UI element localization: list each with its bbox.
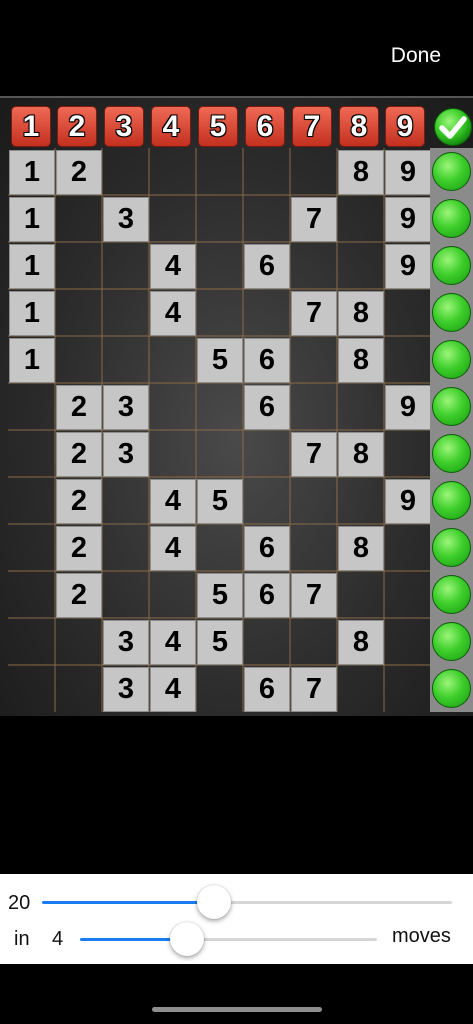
column-header-9[interactable]: 9 xyxy=(385,106,425,147)
number-cell[interactable]: 2 xyxy=(56,526,102,571)
done-button[interactable]: Done xyxy=(391,44,441,68)
column-header-8[interactable]: 8 xyxy=(339,106,379,147)
number-cell[interactable]: 6 xyxy=(244,244,290,289)
number-cell[interactable]: 4 xyxy=(150,479,196,524)
number-cell[interactable]: 5 xyxy=(197,573,243,618)
number-cell[interactable]: 4 xyxy=(150,667,196,712)
number-cell[interactable]: 2 xyxy=(56,150,102,195)
column-header-2[interactable]: 2 xyxy=(57,106,97,147)
row-status-dot xyxy=(432,669,471,708)
row-status-dot xyxy=(432,340,471,379)
row-status-dot xyxy=(432,152,471,191)
number-cell[interactable]: 1 xyxy=(9,338,55,383)
settings-panel: 20 in 4 moves xyxy=(0,874,473,964)
number-cell[interactable]: 3 xyxy=(103,667,149,712)
row-status-dot xyxy=(432,575,471,614)
number-cell[interactable]: 9 xyxy=(385,479,431,524)
moves-slider-thumb[interactable] xyxy=(169,922,204,956)
number-cell[interactable]: 3 xyxy=(103,385,149,430)
column-header-6[interactable]: 6 xyxy=(245,106,285,147)
row-status-dot xyxy=(432,622,471,661)
count-slider[interactable] xyxy=(42,885,452,919)
number-cell[interactable]: 2 xyxy=(56,432,102,477)
number-cell[interactable]: 6 xyxy=(244,667,290,712)
number-cell[interactable]: 8 xyxy=(338,291,384,336)
count-slider-thumb[interactable] xyxy=(197,885,232,919)
number-cell[interactable]: 4 xyxy=(150,291,196,336)
in-label: in xyxy=(14,928,30,950)
column-header-1[interactable]: 1 xyxy=(11,106,51,147)
column-header-4[interactable]: 4 xyxy=(151,106,191,147)
row-status-dot xyxy=(432,434,471,473)
moves-label: moves xyxy=(392,925,451,947)
moves-slider[interactable] xyxy=(80,922,377,956)
moves-value: 4 xyxy=(52,928,64,950)
number-cell[interactable]: 8 xyxy=(338,526,384,571)
number-cell[interactable]: 7 xyxy=(291,197,337,242)
number-cell[interactable]: 7 xyxy=(291,573,337,618)
row-status-dot xyxy=(432,387,471,426)
number-cell[interactable]: 9 xyxy=(385,385,431,430)
column-header-7[interactable]: 7 xyxy=(292,106,332,147)
number-cell[interactable]: 5 xyxy=(197,338,243,383)
number-cell[interactable]: 7 xyxy=(291,432,337,477)
number-cell[interactable]: 8 xyxy=(338,432,384,477)
number-cell[interactable]: 4 xyxy=(150,620,196,665)
number-cell[interactable]: 1 xyxy=(9,197,55,242)
number-cell[interactable]: 5 xyxy=(197,479,243,524)
number-cell[interactable]: 3 xyxy=(103,620,149,665)
row-status-dot xyxy=(432,528,471,567)
checkmark-icon[interactable] xyxy=(433,106,473,148)
number-cell[interactable]: 9 xyxy=(385,197,431,242)
number-cell[interactable]: 1 xyxy=(9,291,55,336)
number-cell[interactable]: 7 xyxy=(291,291,337,336)
number-cell[interactable]: 5 xyxy=(197,620,243,665)
number-cell[interactable]: 8 xyxy=(338,338,384,383)
number-cell[interactable]: 2 xyxy=(56,385,102,430)
count-slider-fill xyxy=(42,901,215,904)
row-status-dot xyxy=(432,293,471,332)
number-cell[interactable]: 6 xyxy=(244,338,290,383)
number-cell[interactable]: 2 xyxy=(56,479,102,524)
column-header-5[interactable]: 5 xyxy=(198,106,238,147)
number-cell[interactable]: 6 xyxy=(244,526,290,571)
number-cell[interactable]: 3 xyxy=(103,197,149,242)
row-status-dot xyxy=(432,481,471,520)
home-indicator xyxy=(152,1007,322,1012)
number-cell[interactable]: 6 xyxy=(244,573,290,618)
number-cell[interactable]: 9 xyxy=(385,244,431,289)
number-cell[interactable]: 4 xyxy=(150,526,196,571)
row-status-dot xyxy=(432,246,471,285)
number-cell[interactable]: 6 xyxy=(244,385,290,430)
number-cell[interactable]: 9 xyxy=(385,150,431,195)
number-cell[interactable]: 1 xyxy=(9,244,55,289)
number-cell[interactable]: 8 xyxy=(338,150,384,195)
row-status-dot xyxy=(432,199,471,238)
count-value: 20 xyxy=(8,892,31,914)
number-cell[interactable]: 1 xyxy=(9,150,55,195)
column-header-3[interactable]: 3 xyxy=(104,106,144,147)
number-cell[interactable]: 7 xyxy=(291,667,337,712)
number-cell[interactable]: 3 xyxy=(103,432,149,477)
number-cell[interactable]: 8 xyxy=(338,620,384,665)
number-cell[interactable]: 4 xyxy=(150,244,196,289)
number-cell[interactable]: 2 xyxy=(56,573,102,618)
